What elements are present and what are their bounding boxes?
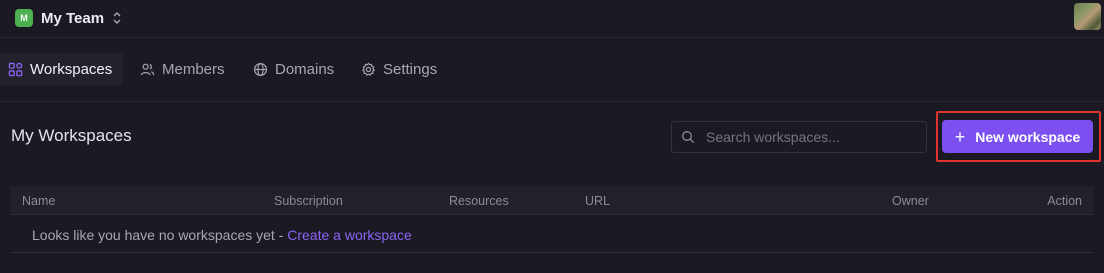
create-workspace-link[interactable]: Create a workspace	[287, 227, 412, 243]
tab-domains[interactable]: Domains	[245, 53, 344, 86]
column-header-owner[interactable]: Owner	[892, 194, 929, 208]
tab-settings[interactable]: Settings	[353, 53, 447, 86]
tab-workspaces[interactable]: Workspaces	[0, 53, 123, 86]
column-header-subscription[interactable]: Subscription	[274, 194, 343, 208]
team-badge: M	[15, 9, 33, 27]
column-header-action: Action	[1047, 194, 1082, 208]
new-workspace-button[interactable]: + New workspace	[942, 120, 1093, 153]
gear-icon	[362, 62, 375, 76]
users-icon	[140, 63, 155, 76]
tab-label: Domains	[275, 61, 335, 78]
search-box[interactable]	[671, 121, 927, 153]
user-avatar[interactable]	[1074, 3, 1101, 30]
plus-icon: +	[954, 126, 966, 147]
column-header-resources[interactable]: Resources	[449, 194, 509, 208]
grid-icon	[8, 62, 23, 77]
tab-bar: Workspaces Members Domains Settings	[0, 38, 1104, 102]
page-title: My Workspaces	[11, 126, 132, 145]
top-bar: M My Team	[0, 0, 1104, 38]
tab-label: Members	[162, 61, 225, 78]
tab-members[interactable]: Members	[132, 53, 235, 86]
empty-state-row: Looks like you have no workspaces yet - …	[11, 216, 1093, 253]
team-name: My Team	[41, 9, 105, 27]
empty-state-message: Looks like you have no workspaces yet - …	[32, 227, 412, 243]
search-icon	[682, 131, 695, 144]
chevron-updown-icon	[113, 12, 121, 24]
globe-icon	[253, 62, 268, 77]
empty-state-text: Looks like you have no workspaces yet -	[32, 227, 288, 243]
column-header-name[interactable]: Name	[22, 194, 55, 208]
tab-label: Workspaces	[30, 61, 113, 78]
column-header-url[interactable]: URL	[585, 194, 610, 208]
search-input[interactable]	[704, 123, 926, 151]
tab-label: Settings	[383, 61, 438, 78]
table-header: Name Subscription Resources URL Owner Ac…	[11, 186, 1093, 215]
team-switcher[interactable]: M My Team	[15, 7, 122, 29]
new-workspace-label: New workspace	[975, 128, 1081, 145]
